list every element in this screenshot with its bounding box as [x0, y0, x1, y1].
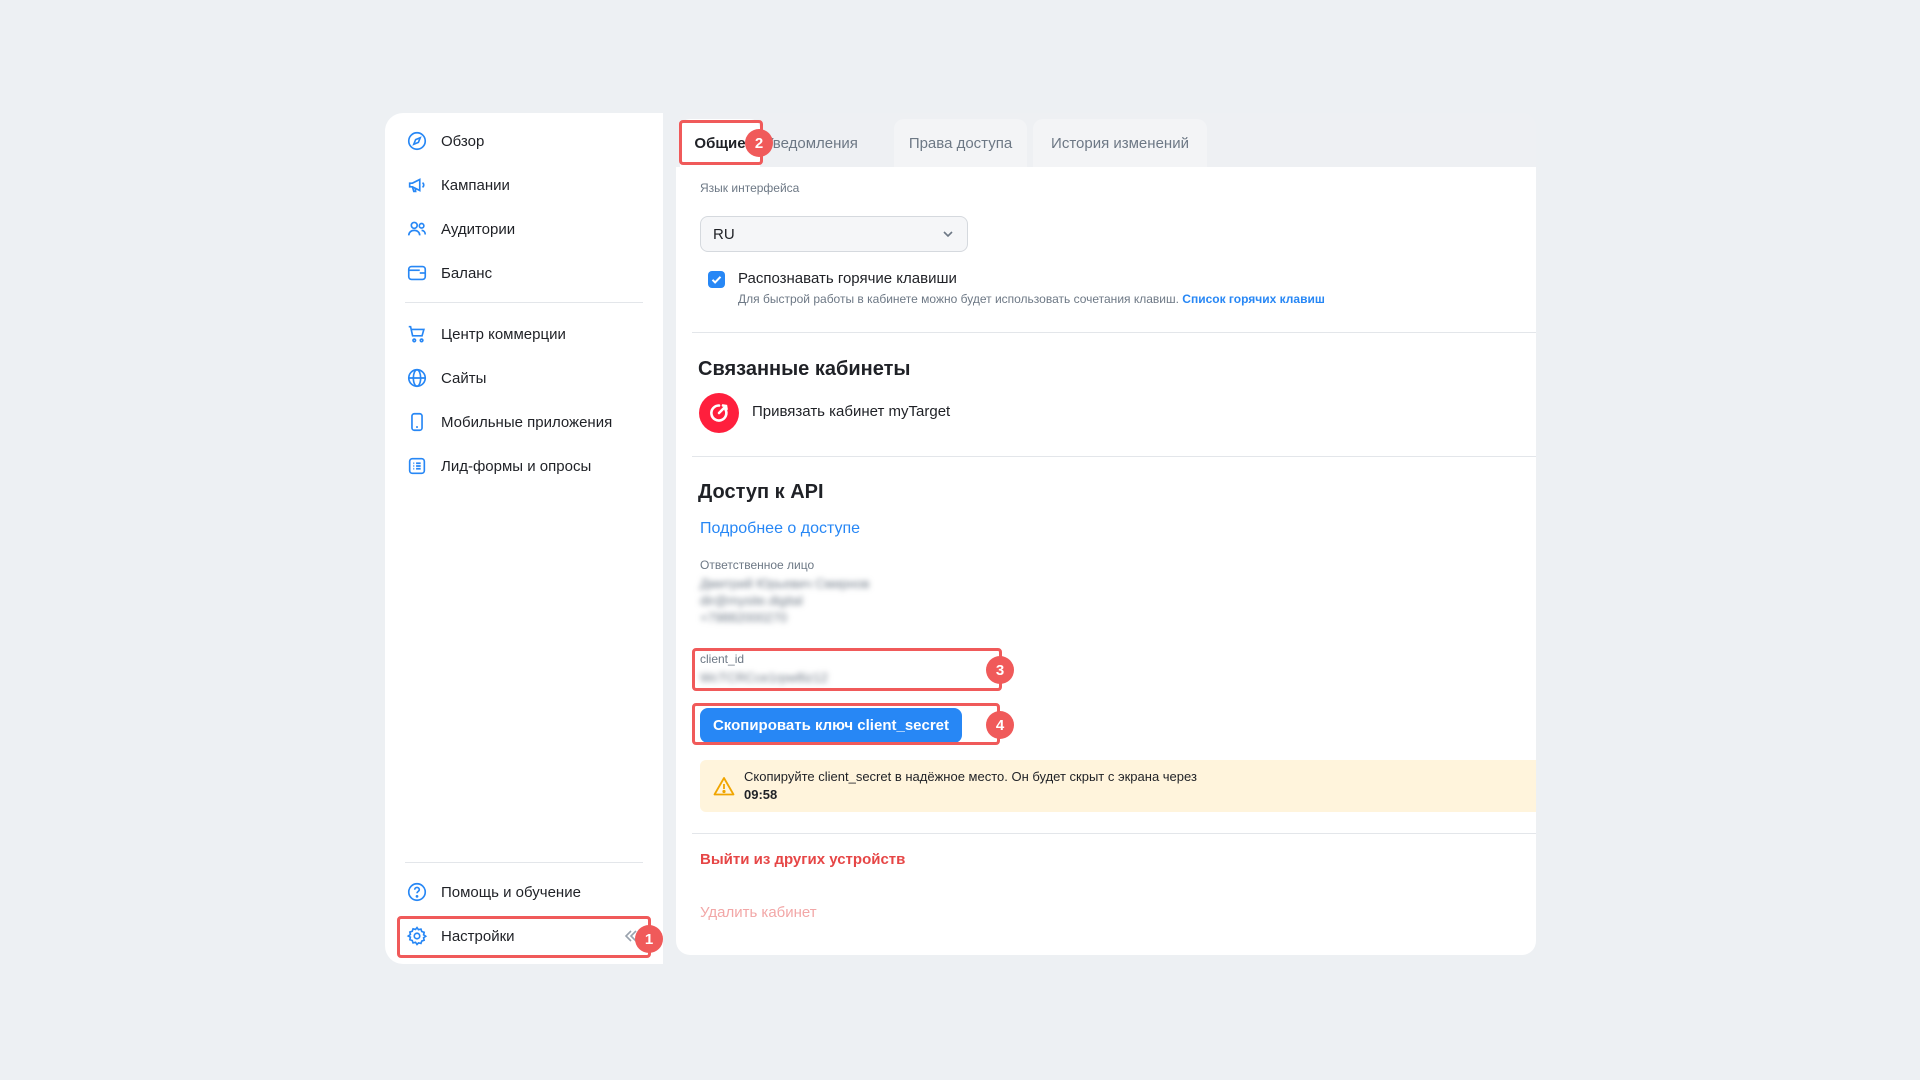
phone-icon [405, 410, 429, 434]
hotkeys-description-text: Для быстрой работы в кабинете можно буде… [738, 292, 1179, 306]
sidebar-divider [405, 302, 643, 303]
sidebar-item-sites[interactable]: Сайты [405, 358, 645, 398]
language-label: Язык интерфейса [700, 181, 800, 195]
warning-countdown: 09:58 [744, 787, 778, 802]
highlight-settings [397, 916, 651, 958]
sidebar-item-lead-forms[interactable]: Лид-формы и опросы [405, 446, 645, 486]
tab-access-rights[interactable]: Права доступа [894, 119, 1027, 167]
cart-icon [405, 322, 429, 346]
annotation-badge-4: 4 [986, 711, 1014, 739]
client-secret-warning: Скопируйте client_secret в надёжное мест… [700, 760, 1536, 812]
sidebar-item-label: Помощь и обучение [441, 883, 581, 901]
language-select[interactable]: RU [700, 216, 968, 252]
list-form-icon [405, 454, 429, 478]
responsible-email: dir@mysite.digital [700, 593, 803, 608]
responsible-name: Дмитрий Юрьевич Смирнов [700, 576, 870, 591]
section-divider [692, 332, 1536, 333]
check-icon [711, 276, 722, 284]
hotkeys-title: Распознавать горячие клавиши [738, 270, 957, 287]
sidebar-item-help[interactable]: Помощь и обучение [405, 872, 645, 912]
sidebar-item-label: Кампании [441, 176, 510, 194]
annotation-badge-2: 2 [745, 129, 773, 157]
tab-notifications[interactable]: Уведомления [762, 119, 860, 167]
hotkeys-list-link[interactable]: Список горячих клавиш [1182, 292, 1325, 306]
sidebar-divider [405, 862, 643, 863]
linked-accounts-title: Связанные кабинеты [698, 358, 911, 380]
link-mytarget-label[interactable]: Привязать кабинет myTarget [752, 403, 950, 420]
sidebar-item-commerce[interactable]: Центр коммерции [405, 314, 645, 354]
api-more-link[interactable]: Подробнее о доступе [700, 520, 860, 538]
warning-text: Скопируйте client_secret в надёжное мест… [744, 769, 1197, 784]
annotation-badge-1: 1 [635, 925, 663, 953]
sidebar-item-label: Аудитории [441, 220, 516, 238]
sidebar-item-overview[interactable]: Обзор [405, 121, 645, 161]
logout-other-devices-link[interactable]: Выйти из других устройств [700, 851, 905, 868]
annotation-badge-3: 3 [986, 656, 1014, 684]
mytarget-logo-icon [699, 393, 739, 433]
users-icon [405, 217, 429, 241]
responsible-phone: +79882000270 [700, 610, 788, 625]
sidebar-item-balance[interactable]: Баланс [405, 253, 645, 293]
settings-main: Общие Уведомления Права доступа История … [676, 113, 1536, 955]
compass-icon [405, 129, 429, 153]
hotkeys-description: Для быстрой работы в кабинете можно буде… [738, 292, 1325, 306]
globe-icon [405, 366, 429, 390]
sidebar-item-label: Центр коммерции [441, 325, 566, 343]
sidebar-item-label: Обзор [441, 132, 485, 150]
sidebar-item-audiences[interactable]: Аудитории [405, 209, 645, 249]
section-divider [692, 833, 1536, 834]
settings-panel: Язык интерфейса RU Распознавать горячие … [676, 167, 1536, 955]
highlight-copy-button [692, 703, 1000, 745]
sidebar-item-campaigns[interactable]: Кампании [405, 165, 645, 205]
section-divider [692, 456, 1536, 457]
chevron-down-icon [943, 231, 953, 238]
sidebar-item-label: Лид-формы и опросы [441, 457, 592, 475]
highlight-client-id [692, 648, 1002, 691]
api-access-title: Доступ к API [698, 481, 824, 503]
sidebar-item-mobile-apps[interactable]: Мобильные приложения [405, 402, 645, 442]
megaphone-icon [405, 173, 429, 197]
tabs-bar: Общие Уведомления Права доступа История … [676, 113, 1536, 167]
tab-history[interactable]: История изменений [1033, 119, 1207, 167]
help-icon [405, 880, 429, 904]
language-select-value: RU [713, 225, 735, 243]
sidebar-item-label: Сайты [441, 369, 487, 387]
responsible-label: Ответственное лицо [700, 558, 815, 572]
sidebar-item-label: Мобильные приложения [441, 413, 613, 431]
sidebar-item-label: Баланс [441, 264, 493, 282]
sidebar: Обзор Кампании Аудитории Баланс Центр ко… [385, 113, 663, 964]
hotkeys-checkbox[interactable] [708, 271, 725, 288]
delete-account-link[interactable]: Удалить кабинет [700, 904, 817, 921]
warning-icon [713, 777, 735, 796]
wallet-icon [405, 261, 429, 285]
